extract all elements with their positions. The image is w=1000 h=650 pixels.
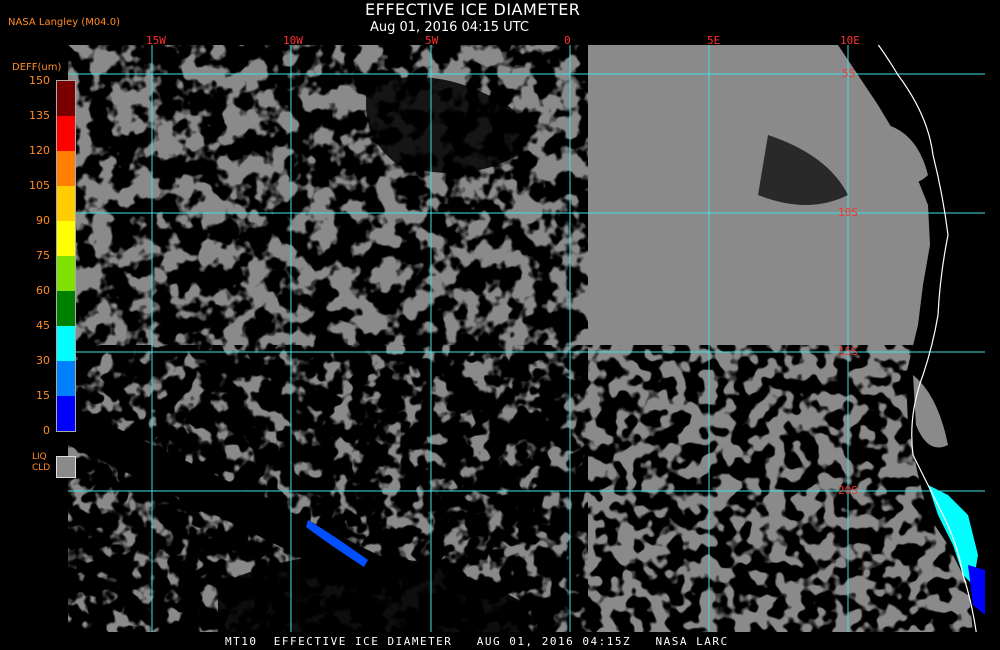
legend-tick-label: 120 xyxy=(29,144,50,157)
liquid-cloud-swatch xyxy=(56,456,76,478)
color-swatch xyxy=(57,256,75,291)
legend-tick-label: 30 xyxy=(36,354,50,367)
color-swatch xyxy=(57,186,75,221)
lat-label-15s: 15S xyxy=(838,345,858,358)
color-swatch xyxy=(57,291,75,326)
legend-tick-label: 45 xyxy=(36,319,50,332)
lat-label-5s: 5S xyxy=(842,67,856,80)
map-subtitle: Aug 01, 2016 04:15 UTC xyxy=(370,20,529,35)
color-swatch xyxy=(57,221,75,256)
color-swatch xyxy=(57,116,75,151)
legend-tick-label: 15 xyxy=(36,389,50,402)
legend-tick-label: 135 xyxy=(29,109,50,122)
color-swatch xyxy=(57,326,75,361)
legend-tick-label: 90 xyxy=(36,214,50,227)
liquid-label-line1: LIQ xyxy=(32,452,47,462)
color-swatch xyxy=(57,81,75,116)
cloud-map xyxy=(68,45,985,632)
legend-tick-label: 60 xyxy=(36,284,50,297)
legend-tick-label: 75 xyxy=(36,249,50,262)
legend-tick-label: 105 xyxy=(29,179,50,192)
color-swatch xyxy=(57,151,75,186)
lat-label-10s: 10S xyxy=(838,206,858,219)
legend-tick-label: 150 xyxy=(29,74,50,87)
color-swatch xyxy=(57,396,75,431)
legend-ticks: 150 135 120 105 90 75 60 45 30 15 0 xyxy=(0,0,56,440)
color-scale-bar xyxy=(56,80,76,432)
lat-label-20s: 20S xyxy=(838,484,858,497)
legend-tick-label: 0 xyxy=(43,424,50,437)
liquid-cloud-label: LIQ CLD xyxy=(32,452,50,474)
color-swatch xyxy=(57,361,75,396)
liquid-label-line2: CLD xyxy=(32,463,51,473)
